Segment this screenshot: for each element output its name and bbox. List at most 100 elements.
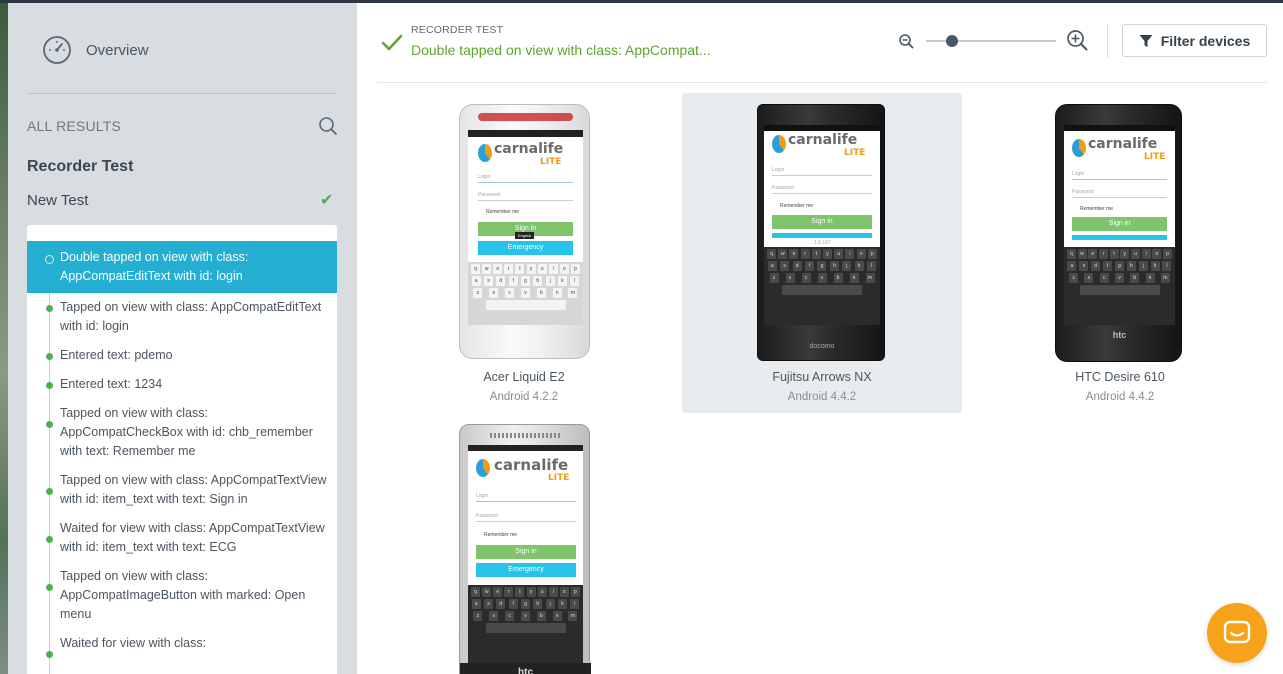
suite-name[interactable]: Recorder Test — [27, 158, 133, 176]
remember-label: Remember me — [780, 203, 814, 209]
step-dot — [46, 651, 53, 658]
login-field-label: Login — [1072, 171, 1085, 177]
emergency-button-preview — [772, 233, 872, 238]
step-item[interactable]: Tapped on view with class: AppCompatEdit… — [27, 293, 337, 341]
app-logo: carnalife — [494, 141, 564, 157]
version-label: 1.6.197 — [814, 240, 831, 246]
zoom-out-icon[interactable] — [898, 33, 914, 49]
step-item[interactable]: Entered text: 1234 — [27, 370, 337, 399]
app-logo-sub: LITE — [844, 148, 866, 158]
password-field — [478, 200, 573, 201]
keyboard: qwertyuiop asdfghjkl zxcvbnm — [764, 247, 880, 325]
app-logo-sub: LITE — [1144, 152, 1166, 162]
emergency-button-preview — [1072, 235, 1167, 240]
step-text: Tapped on view with class: AppCompatEdit… — [60, 300, 322, 333]
step-item[interactable]: Tapped on view with class: AppCompatImag… — [27, 562, 337, 629]
password-field-label: Password — [1072, 189, 1094, 195]
brand-label: htc — [1112, 330, 1127, 340]
password-field — [476, 521, 576, 522]
step-item[interactable]: Waited for view with class: — [27, 629, 337, 658]
step-dot — [46, 488, 53, 495]
emergency-button-preview: Emergency — [478, 241, 573, 255]
device-card-htc-desire[interactable]: carnalife LITE Login Password Remember m… — [980, 93, 1260, 413]
device-os: Android 4.4.2 — [787, 391, 857, 403]
app-logo: carnalife — [494, 456, 569, 474]
overview-nav-item[interactable]: Overview — [42, 35, 149, 65]
desktop-background-strip — [0, 3, 8, 674]
login-field — [1072, 179, 1167, 180]
remember-label: Remember me — [484, 532, 518, 538]
zoom-slider-thumb[interactable] — [946, 35, 958, 47]
password-field — [772, 193, 872, 194]
step-text: Entered text: pdemo — [60, 348, 173, 362]
device-card-acer[interactable]: carnalife LITE Login Password Remember m… — [384, 93, 664, 413]
header-kicker: RECORDER TEST — [411, 24, 504, 36]
step-dot — [46, 584, 53, 591]
password-field-label: Password — [476, 513, 498, 519]
device-card-fujitsu[interactable]: carnalife LITE Login Password Remember m… — [682, 93, 962, 413]
device-name: HTC Desire 610 — [1075, 370, 1165, 384]
step-dot — [46, 421, 53, 428]
signin-button-preview: Sign in — [1072, 217, 1167, 231]
step-text: Waited for view with class: AppCompatTex… — [60, 521, 325, 554]
filter-devices-button[interactable]: Filter devices — [1122, 24, 1267, 57]
signin-button-preview: Sign in — [476, 545, 576, 559]
device-name: Acer Liquid E2 — [483, 370, 565, 384]
zoom-in-icon[interactable] — [1066, 29, 1088, 51]
app-logo: carnalife — [788, 132, 858, 148]
device-os: Android 4.4.2 — [1085, 391, 1155, 403]
login-field — [772, 175, 872, 176]
device-screenshot: carnalife LITE Login Password Remember m… — [1055, 104, 1182, 362]
device-screenshot: carnalife LITE Login Password Remember m… — [459, 424, 591, 674]
test-name[interactable]: New Test — [27, 192, 88, 209]
header-step-title: Double tapped on view with class: AppCom… — [411, 42, 711, 58]
chat-launcher-button[interactable] — [1207, 603, 1267, 663]
step-text: Tapped on view with class: AppCompatImag… — [60, 569, 306, 621]
step-item[interactable]: Tapped on view with class: AppCompatChec… — [27, 399, 337, 466]
step-dot — [46, 353, 53, 360]
keyboard: qwertyuiop asdfghjkl zxcvbnm — [468, 262, 583, 325]
tooltip: English — [515, 232, 535, 239]
login-field-label: Login — [772, 167, 785, 173]
step-text: Tapped on view with class: AppCompatText… — [60, 473, 327, 506]
step-item[interactable]: Tapped on view with class: AppCompatText… — [27, 466, 337, 514]
all-results-heading: ALL RESULTS — [27, 118, 122, 134]
step-text: Entered text: 1234 — [60, 377, 163, 391]
gauge-icon — [43, 36, 71, 64]
search-icon[interactable] — [318, 116, 338, 136]
step-text: Tapped on view with class: AppCompatChec… — [60, 406, 313, 458]
device-screenshot: carnalife LITE Login Password Remember m… — [459, 104, 590, 359]
signin-button-preview: Sign in — [772, 215, 872, 229]
app-logo-sub: LITE — [540, 157, 562, 167]
emergency-button-preview: Emergency — [476, 563, 576, 577]
step-dot — [46, 305, 53, 312]
password-field-label: Password — [772, 185, 794, 191]
step-item-active[interactable]: Double tapped on view with class: AppCom… — [27, 241, 337, 293]
header-divider — [377, 82, 1267, 83]
login-field — [476, 501, 576, 502]
header-separator — [1107, 24, 1108, 58]
chat-icon — [1223, 620, 1251, 644]
filter-devices-label: Filter devices — [1160, 32, 1251, 49]
carrier-label: docomo — [809, 343, 835, 350]
step-text: Waited for view with class: — [60, 636, 207, 650]
overview-label: Overview — [86, 41, 149, 59]
step-item[interactable]: Entered text: pdemo — [27, 341, 337, 370]
step-item[interactable]: Waited for view with class: AppCompatTex… — [27, 514, 337, 562]
step-list: Double tapped on view with class: AppCom… — [27, 225, 337, 674]
step-text: Double tapped on view with class: AppCom… — [60, 250, 249, 283]
device-card-htc-one[interactable]: carnalife LITE Login Password Remember m… — [384, 413, 664, 674]
login-field — [478, 182, 573, 183]
remember-label: Remember me — [1080, 206, 1114, 212]
app-logo: carnalife — [1088, 136, 1158, 152]
brand-label: htc — [460, 663, 591, 674]
password-field-label: Password — [478, 192, 500, 198]
step-dot — [46, 536, 53, 543]
check-icon: ✔ — [320, 192, 334, 209]
success-check-icon — [381, 34, 403, 51]
device-screenshot: carnalife LITE Login Password Remember m… — [757, 104, 885, 361]
keyboard: qwertyuiop asdfghjkl zxcvbnm — [1064, 247, 1175, 325]
sidebar-divider — [27, 93, 337, 94]
password-field — [1072, 197, 1167, 198]
app-logo-sub: LITE — [548, 473, 570, 483]
